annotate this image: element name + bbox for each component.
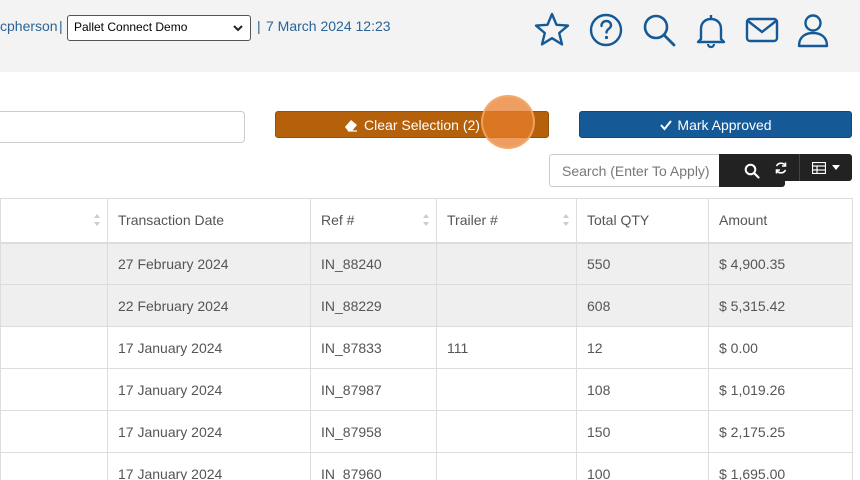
sort-icon [94, 214, 100, 226]
table-cell: IN_87958 [310, 410, 437, 453]
caret-down-icon [832, 164, 840, 170]
table-search-input[interactable]: Search (Enter To Apply) [549, 154, 719, 187]
table-columns-icon [812, 161, 826, 174]
table-cell [0, 242, 108, 285]
mark-approved-button[interactable]: Mark Approved [579, 111, 852, 138]
help-icon[interactable] [586, 10, 626, 50]
filter-input[interactable] [0, 111, 245, 143]
click-indicator [481, 95, 535, 149]
table-row[interactable]: 17 January 2024 IN_87960 100 $ 1,695.00 [0, 452, 853, 480]
table-cell: 27 February 2024 [107, 242, 311, 285]
sort-icon [423, 214, 429, 226]
table-cell: 22 February 2024 [107, 284, 311, 327]
company-select-value: Pallet Connect Demo [74, 20, 188, 34]
top-bar: cpherson | Pallet Connect Demo | 7 March… [0, 0, 860, 72]
search-placeholder: Search (Enter To Apply) [562, 162, 710, 179]
table-cell: $ 1,695.00 [708, 452, 853, 480]
table-cell: 12 [576, 326, 709, 369]
column-header[interactable] [0, 198, 108, 244]
table-cell: 17 January 2024 [107, 410, 311, 453]
table-cell: 150 [576, 410, 709, 453]
star-icon[interactable] [532, 10, 572, 50]
table-cell: 111 [436, 326, 577, 369]
table-cell: $ 0.00 [708, 326, 853, 369]
company-select[interactable]: Pallet Connect Demo [67, 15, 251, 41]
transactions-table: Transaction Date Ref # Trailer # Total Q… [0, 198, 853, 480]
user-name-link[interactable]: cpherson [0, 18, 58, 34]
search-icon [744, 163, 760, 179]
table-row[interactable]: 17 January 2024 IN_87987 108 $ 1,019.26 [0, 368, 853, 411]
mail-icon[interactable] [742, 10, 782, 50]
table-cell: 17 January 2024 [107, 368, 311, 411]
current-datetime: 7 March 2024 12:23 [266, 18, 391, 34]
table-header-row: Transaction Date Ref # Trailer # Total Q… [0, 198, 853, 244]
table-cell: 17 January 2024 [107, 326, 311, 369]
table-cell: 17 January 2024 [107, 452, 311, 480]
table-cell [436, 242, 577, 285]
table-cell: 550 [576, 242, 709, 285]
table-row[interactable]: 17 January 2024 IN_87833 111 12 $ 0.00 [0, 326, 853, 369]
column-header-ref[interactable]: Ref # [310, 198, 437, 244]
column-header-amount[interactable]: Amount [708, 198, 853, 244]
table-cell: $ 1,019.26 [708, 368, 853, 411]
sort-icon [563, 214, 569, 226]
clear-selection-label: Clear Selection (2) [364, 116, 480, 133]
table-cell [436, 452, 577, 480]
table-cell: 608 [576, 284, 709, 327]
table-cell [436, 368, 577, 411]
table-cell: IN_87833 [310, 326, 437, 369]
table-cell [0, 326, 108, 369]
table-cell [0, 452, 108, 480]
table-cell [0, 410, 108, 453]
table-cell: $ 5,315.42 [708, 284, 853, 327]
separator: | [257, 18, 261, 34]
table-cell: IN_88229 [310, 284, 437, 327]
eraser-icon [345, 119, 358, 132]
separator: | [59, 18, 63, 34]
user-icon[interactable] [793, 10, 833, 50]
mark-approved-label: Mark Approved [677, 116, 772, 133]
table-row[interactable]: 27 February 2024 IN_88240 550 $ 4,900.35 [0, 242, 853, 285]
column-header-transaction-date[interactable]: Transaction Date [107, 198, 311, 244]
refresh-button[interactable] [762, 154, 800, 181]
column-header-trailer[interactable]: Trailer # [436, 198, 577, 244]
bell-icon[interactable] [691, 10, 731, 50]
chevron-down-icon [233, 25, 243, 32]
table-cell: IN_87987 [310, 368, 437, 411]
table-row[interactable]: 22 February 2024 IN_88229 608 $ 5,315.42 [0, 284, 853, 327]
table-cell [436, 284, 577, 327]
table-toolbar [762, 154, 852, 181]
table-cell: 100 [576, 452, 709, 480]
table-cell: IN_88240 [310, 242, 437, 285]
table-cell: $ 4,900.35 [708, 242, 853, 285]
table-cell: IN_87960 [310, 452, 437, 480]
table-cell [436, 410, 577, 453]
table-cell [0, 368, 108, 411]
table-row[interactable]: 17 January 2024 IN_87958 150 $ 2,175.25 [0, 410, 853, 453]
table-cell: 108 [576, 368, 709, 411]
table-cell [0, 284, 108, 327]
table-search: Search (Enter To Apply) [549, 154, 785, 187]
search-icon[interactable] [639, 10, 679, 50]
columns-toggle-button[interactable] [800, 154, 852, 181]
check-icon [660, 119, 673, 131]
table-cell: $ 2,175.25 [708, 410, 853, 453]
column-header-total-qty[interactable]: Total QTY [576, 198, 709, 244]
refresh-icon [775, 161, 786, 174]
